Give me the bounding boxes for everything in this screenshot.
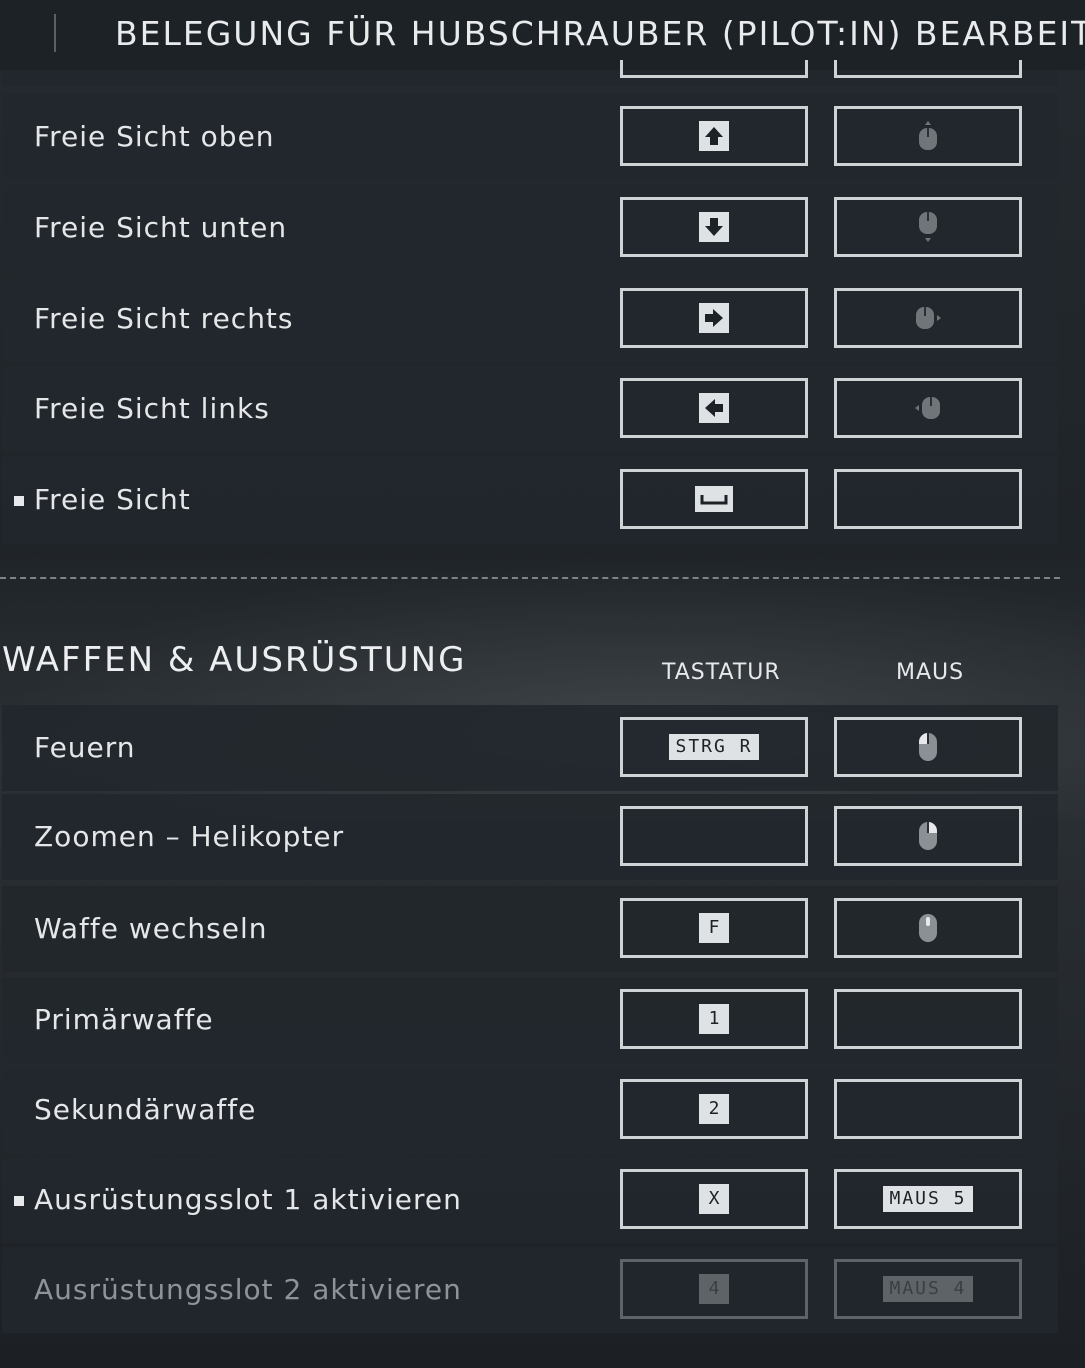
keycap: 2	[699, 1094, 729, 1124]
mouse-left-icon	[915, 397, 940, 419]
binding-label: Ausrüstungsslot 2 aktivieren	[34, 1273, 462, 1306]
arrow-left-key-icon	[699, 393, 729, 423]
binding-row-zoom[interactable]: Zoomen – Helikopter	[2, 794, 1058, 880]
modified-indicator	[14, 1196, 24, 1206]
mouse-slot[interactable]	[834, 288, 1022, 348]
keyboard-slot[interactable]	[620, 60, 808, 78]
page-title: BELEGUNG FÜR HUBSCHRAUBER (PILOT:IN) BEA…	[115, 14, 1085, 53]
mouse-slot[interactable]	[834, 1079, 1022, 1139]
mouse-down-icon	[919, 212, 937, 242]
mouse-slot[interactable]	[834, 898, 1022, 958]
mouse-right-button-icon	[919, 822, 937, 850]
binding-label: Freie Sicht unten	[34, 211, 288, 244]
binding-label: Freie Sicht links	[34, 392, 270, 425]
keyboard-slot[interactable]: X	[620, 1169, 808, 1229]
binding-label: Sekundärwaffe	[34, 1093, 257, 1126]
keycap: F	[699, 913, 729, 943]
binding-row-view-left[interactable]: Freie Sicht links	[2, 366, 1058, 452]
mouse-slot[interactable]	[834, 989, 1022, 1049]
binding-row-partial	[2, 60, 1058, 86]
mouse-slot[interactable]: MAUS 5	[834, 1169, 1022, 1229]
keyboard-slot[interactable]: 2	[620, 1079, 808, 1139]
binding-label: Freie Sicht rechts	[34, 302, 294, 335]
keyboard-slot[interactable]	[620, 288, 808, 348]
binding-row-secondary-weapon[interactable]: Sekundärwaffe 2	[2, 1067, 1058, 1153]
keycap: X	[699, 1184, 729, 1214]
keycap: MAUS 4	[883, 1276, 973, 1302]
mouse-left-button-icon	[919, 733, 937, 761]
mouse-slot[interactable]	[834, 469, 1022, 529]
binding-label: Primärwaffe	[34, 1003, 214, 1036]
keyboard-slot[interactable]: STRG R	[620, 717, 808, 777]
section-title: WAFFEN & AUSRÜSTUNG	[2, 640, 467, 680]
mouse-slot[interactable]: MAUS 4	[834, 1259, 1022, 1319]
keycap: STRG R	[669, 734, 759, 760]
keyboard-slot[interactable]	[620, 469, 808, 529]
binding-row-view-right[interactable]: Freie Sicht rechts	[2, 276, 1058, 362]
mouse-wheel-icon	[919, 914, 937, 942]
keycap: MAUS 5	[883, 1186, 973, 1212]
mouse-up-icon	[919, 121, 937, 150]
binding-label: Feuern	[34, 731, 136, 764]
header-divider	[54, 14, 56, 52]
binding-label: Waffe wechseln	[34, 912, 268, 945]
keyboard-slot[interactable]	[620, 806, 808, 866]
mouse-slot[interactable]	[834, 60, 1022, 78]
binding-label: Zoomen – Helikopter	[34, 820, 345, 853]
keyboard-slot[interactable]	[620, 106, 808, 166]
mouse-slot[interactable]	[834, 378, 1022, 438]
keyboard-slot[interactable]	[620, 378, 808, 438]
binding-label: Freie Sicht oben	[34, 120, 275, 153]
binding-row-fire[interactable]: Feuern STRG R	[2, 705, 1058, 791]
binding-row-gadget-slot-1[interactable]: Ausrüstungsslot 1 aktivieren X MAUS 5	[2, 1157, 1058, 1243]
keyboard-slot[interactable]: 1	[620, 989, 808, 1049]
column-header-mouse: MAUS	[896, 660, 965, 685]
spacebar-key-icon	[695, 486, 733, 512]
binding-row-view-up[interactable]: Freie Sicht oben	[2, 94, 1058, 180]
binding-row-primary-weapon[interactable]: Primärwaffe 1	[2, 977, 1058, 1063]
arrow-right-key-icon	[699, 303, 729, 333]
arrow-up-key-icon	[699, 121, 729, 151]
binding-row-free-look[interactable]: Freie Sicht	[2, 457, 1058, 543]
keyboard-slot[interactable]: 4	[620, 1259, 808, 1319]
column-header-keyboard: TASTATUR	[662, 660, 781, 685]
binding-row-view-down[interactable]: Freie Sicht unten	[2, 185, 1058, 271]
binding-label: Ausrüstungsslot 1 aktivieren	[34, 1183, 462, 1216]
binding-label: Freie Sicht	[34, 483, 191, 516]
modified-indicator	[14, 496, 24, 506]
binding-row-gadget-slot-2[interactable]: Ausrüstungsslot 2 aktivieren 4 MAUS 4	[2, 1247, 1058, 1333]
mouse-slot[interactable]	[834, 197, 1022, 257]
mouse-slot[interactable]	[834, 806, 1022, 866]
keycap: 1	[699, 1004, 729, 1034]
keycap: 4	[699, 1274, 729, 1304]
mouse-right-icon	[916, 307, 941, 329]
binding-row-switch-weapon[interactable]: Waffe wechseln F	[2, 886, 1058, 972]
arrow-down-key-icon	[699, 212, 729, 242]
keyboard-slot[interactable]: F	[620, 898, 808, 958]
mouse-slot[interactable]	[834, 717, 1022, 777]
mouse-slot[interactable]	[834, 106, 1022, 166]
section-divider	[0, 577, 1060, 579]
keyboard-slot[interactable]	[620, 197, 808, 257]
